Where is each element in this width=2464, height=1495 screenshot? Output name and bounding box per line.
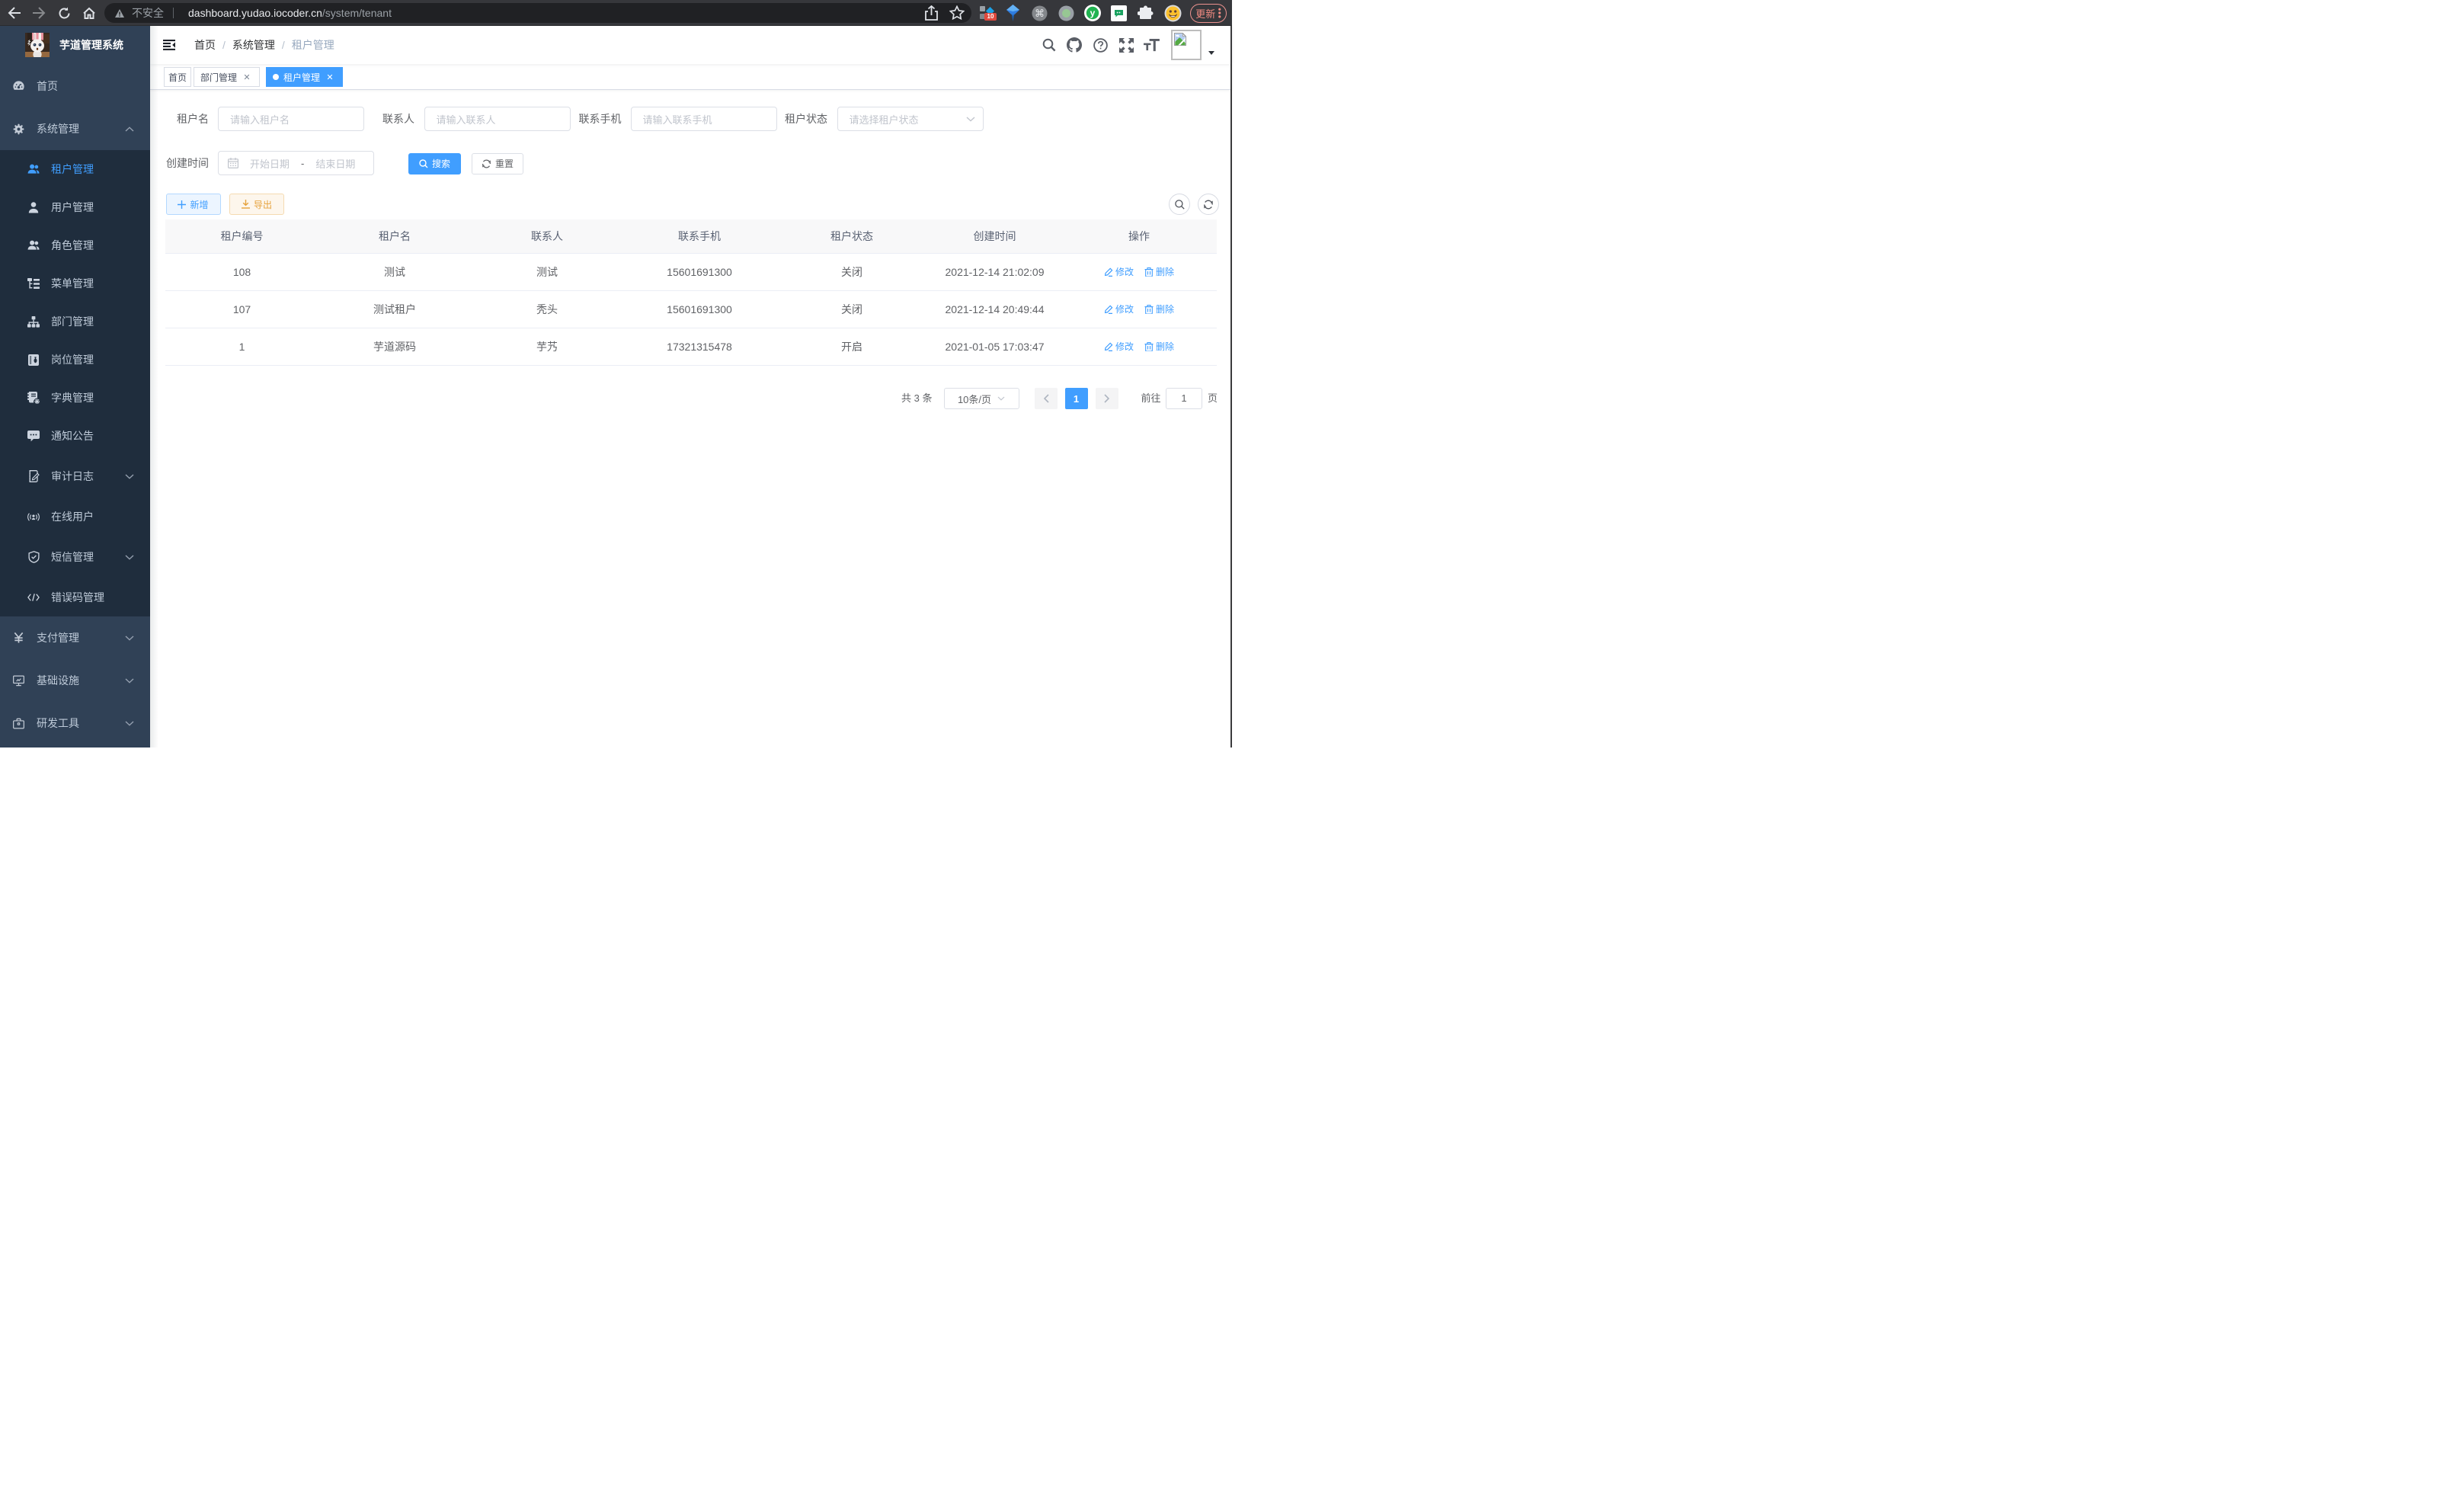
svg-text:⌘: ⌘ xyxy=(1035,8,1045,19)
svg-text:y: y xyxy=(1090,8,1096,18)
